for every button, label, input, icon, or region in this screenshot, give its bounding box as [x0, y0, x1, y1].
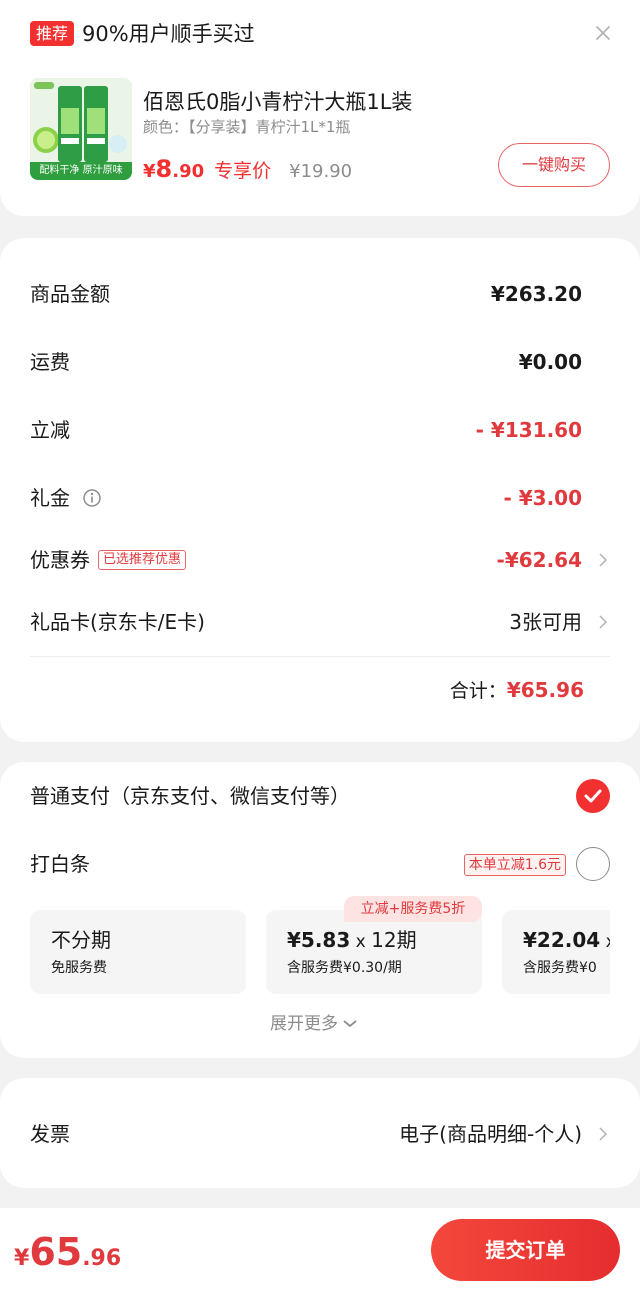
normal-payment-label: 普通支付（京东支付、微信支付等） [30, 784, 350, 808]
coupon-row[interactable]: 优惠券 已选推荐优惠 -¥62.64 [30, 540, 610, 580]
plan-amount: ¥5.83 [287, 928, 351, 952]
shipping-value: ¥0.00 [518, 350, 582, 374]
invoice-card: 发票 电子(商品明细-个人) [0, 1078, 640, 1188]
product-thumbnail[interactable]: 配料干净 原汁原味 [30, 78, 132, 180]
goods-amount-value: ¥263.20 [490, 282, 582, 306]
info-icon[interactable] [82, 488, 102, 508]
gift-money-value: - ¥3.00 [503, 486, 582, 510]
invoice-row[interactable]: 发票 电子(商品明细-个人) [30, 1114, 610, 1154]
payment-card: 普通支付（京东支付、微信支付等） 打白条 本单立减1.6元 不分期 免服务费 ¥… [0, 762, 640, 1058]
expand-more-label: 展开更多 [270, 1014, 338, 1034]
chevron-right-icon [599, 615, 608, 629]
submit-order-button[interactable]: 提交订单 [431, 1219, 620, 1281]
original-price: ¥19.90 [289, 161, 353, 182]
plan-sub: 免服务费 [51, 960, 107, 976]
instant-discount-label: 立减 [30, 418, 70, 442]
total: 合计： ¥65.96 [450, 676, 584, 703]
recommend-card: 推荐 90%用户顺手买过 配料干净 原汁原味 佰恩氏0脂小青柠汁大瓶1L装 颜色… [0, 0, 640, 216]
price-decimal: .90 [172, 161, 205, 182]
plan-times: x [600, 932, 610, 952]
gift-card-row[interactable]: 礼品卡(京东卡/E卡) 3张可用 [30, 602, 610, 642]
chevron-down-icon [343, 1020, 357, 1028]
baitiao-payment-option[interactable]: 打白条 本单立减1.6元 [30, 844, 610, 884]
plan-sub: 含服务费¥0.30/期 [287, 960, 402, 976]
normal-payment-option[interactable]: 普通支付（京东支付、微信支付等） [30, 776, 610, 816]
shipping-row: 运费 ¥0.00 [30, 342, 610, 382]
invoice-value: 电子(商品明细-个人) [399, 1122, 582, 1146]
gift-money-row: 礼金 - ¥3.00 [30, 478, 610, 518]
total-decimal: .96 [82, 1246, 122, 1271]
plan-no-installment[interactable]: 不分期 免服务费 [30, 910, 246, 994]
coupon-label: 优惠券 [30, 548, 90, 572]
price-symbol: ¥ [143, 161, 156, 182]
instant-discount-value: - ¥131.60 [475, 418, 582, 442]
close-icon[interactable] [590, 20, 616, 46]
gift-card-value: 3张可用 [509, 610, 582, 634]
chevron-right-icon [599, 1127, 608, 1141]
goods-amount-label: 商品金额 [30, 282, 110, 306]
total-integer: 65 [29, 1230, 83, 1274]
product-price: ¥ 8 .90 专享价 ¥19.90 [143, 155, 352, 189]
plan-more-installments[interactable]: ¥22.04 x 含服务费¥0 [502, 910, 610, 994]
coupon-value: -¥62.64 [496, 548, 582, 572]
goods-amount-row: 商品金额 ¥263.20 [30, 274, 610, 314]
invoice-label: 发票 [30, 1122, 70, 1146]
amount-card: 商品金额 ¥263.20 运费 ¥0.00 立减 - ¥131.60 礼金 - … [0, 238, 640, 742]
checked-radio-icon[interactable] [576, 779, 610, 813]
thumbnail-caption: 配料干净 原汁原味 [30, 162, 132, 180]
total-label: 合计： [449, 680, 507, 702]
plan-period: 12期 [371, 928, 417, 952]
plan-times: x [350, 932, 372, 952]
plan-promo-badge: 立减+服务费5折 [344, 896, 482, 922]
total-value: ¥65.96 [506, 678, 584, 702]
exclusive-price-label: 专享价 [214, 160, 272, 182]
gift-money-label: 礼金 [30, 486, 70, 510]
price-integer: 8 [155, 155, 173, 183]
order-total: ¥ 65 .96 [14, 1230, 121, 1274]
instant-discount-row: 立减 - ¥131.60 [30, 410, 610, 450]
installment-plans: 不分期 免服务费 ¥5.83 x 12期 含服务费¥0.30/期 ¥22.04 … [30, 910, 610, 996]
plan-sub: 含服务费¥0 [523, 960, 597, 976]
one-click-buy-button[interactable]: 一键购买 [498, 143, 610, 187]
coupon-recommended-tag: 已选推荐优惠 [98, 550, 187, 570]
divider [30, 656, 610, 657]
baitiao-discount-tag: 本单立减1.6元 [463, 854, 566, 876]
unchecked-radio-icon[interactable] [576, 847, 610, 881]
product-name[interactable]: 佰恩氏0脂小青柠汁大瓶1L装 [143, 88, 412, 116]
product-spec: 颜色：【分享装】青柠汁1L*1瓶 [143, 118, 351, 136]
plan-amount: ¥22.04 [523, 928, 601, 952]
gift-card-label: 礼品卡(京东卡/E卡) [30, 610, 205, 634]
baitiao-label: 打白条 [30, 852, 90, 876]
shipping-label: 运费 [30, 350, 70, 374]
total-symbol: ¥ [14, 1246, 30, 1271]
plan-title: 不分期 [51, 928, 111, 952]
recommend-title: 90%用户顺手买过 [82, 22, 255, 46]
plan-12-installments[interactable]: ¥5.83 x 12期 含服务费¥0.30/期 [266, 910, 482, 994]
bottom-bar: ¥ 65 .96 提交订单 [0, 1208, 640, 1292]
recommend-tag: 推荐 [30, 21, 74, 46]
expand-more-button[interactable]: 展开更多 [270, 1012, 358, 1036]
chevron-right-icon [599, 553, 608, 567]
